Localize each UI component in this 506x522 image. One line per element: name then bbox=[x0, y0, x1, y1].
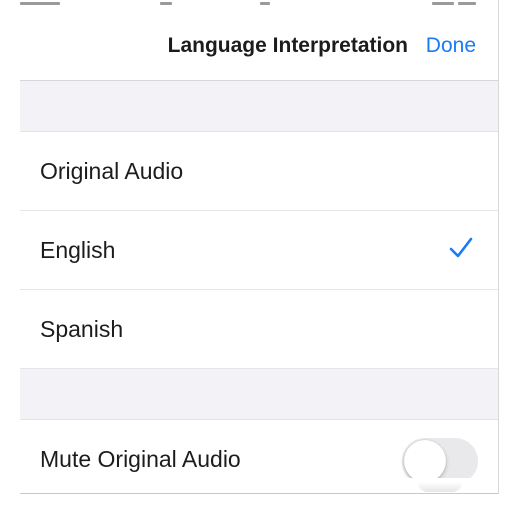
language-option-label: Spanish bbox=[40, 316, 124, 342]
next-row-partial bbox=[20, 478, 498, 493]
screen: Language Interpretation Done Original Au… bbox=[0, 0, 506, 522]
status-bar bbox=[20, 0, 498, 10]
toggle-knob-partial bbox=[418, 482, 462, 492]
mute-original-audio-label: Mute Original Audio bbox=[40, 446, 241, 472]
section-separator bbox=[20, 81, 498, 132]
language-option-english[interactable]: English bbox=[20, 211, 498, 290]
done-button[interactable]: Done bbox=[426, 34, 476, 58]
toggle-knob bbox=[404, 440, 446, 482]
navigation-bar: Language Interpretation Done bbox=[20, 10, 498, 81]
page-title: Language Interpretation bbox=[167, 34, 408, 57]
language-option-label: Original Audio bbox=[40, 158, 184, 184]
language-option-spanish[interactable]: Spanish bbox=[20, 290, 498, 369]
language-option-original-audio[interactable]: Original Audio bbox=[20, 132, 498, 211]
section-separator bbox=[20, 369, 498, 420]
checkmark-icon bbox=[449, 237, 473, 258]
language-interpretation-sheet: Language Interpretation Done Original Au… bbox=[20, 0, 499, 494]
language-option-label: English bbox=[40, 237, 116, 263]
